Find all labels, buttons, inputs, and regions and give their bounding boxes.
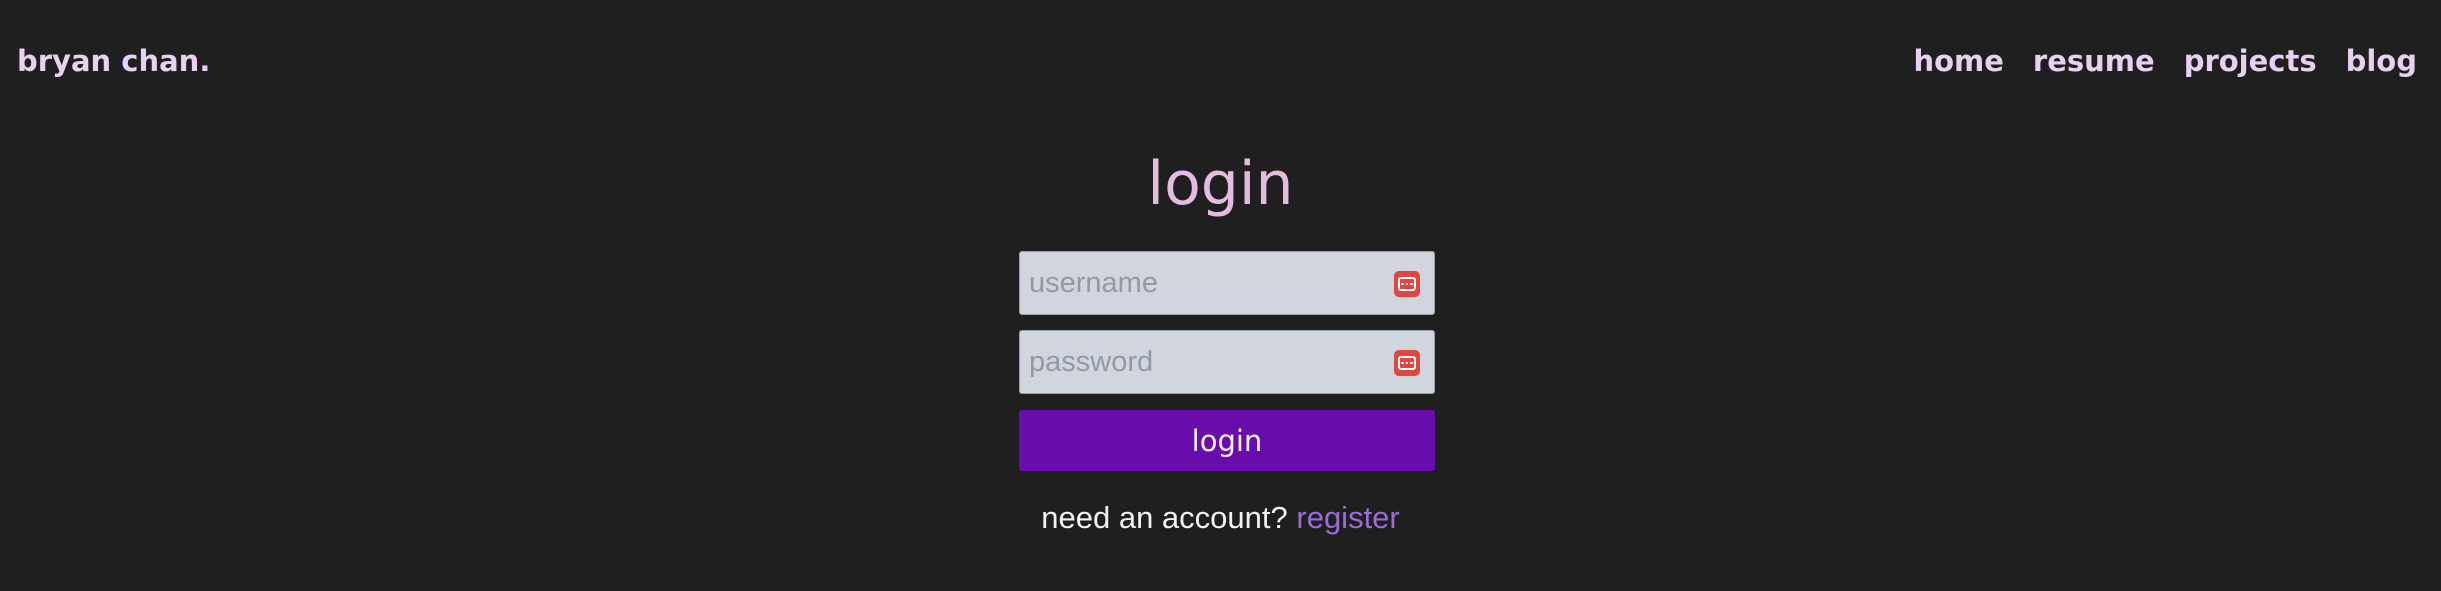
password-input[interactable] bbox=[1020, 331, 1434, 393]
password-field bbox=[1019, 330, 1435, 394]
nav-home[interactable]: home bbox=[1913, 44, 2003, 78]
password-manager-icon-glyph bbox=[1398, 277, 1416, 291]
nav-resume[interactable]: resume bbox=[2033, 44, 2155, 78]
nav-projects[interactable]: projects bbox=[2184, 44, 2317, 78]
site-brand[interactable]: bryan chan. bbox=[17, 44, 210, 78]
username-input[interactable] bbox=[1020, 252, 1434, 314]
page-title: login bbox=[1147, 149, 1294, 219]
login-button[interactable]: login bbox=[1019, 410, 1435, 471]
nav-blog[interactable]: blog bbox=[2346, 44, 2417, 78]
username-field bbox=[1019, 251, 1435, 315]
main-nav: home resume projects blog bbox=[1913, 44, 2417, 78]
password-manager-icon-glyph bbox=[1398, 356, 1416, 370]
register-prompt: need an account? register bbox=[0, 500, 2441, 536]
register-prompt-text: need an account? bbox=[1041, 500, 1288, 535]
password-manager-icon[interactable] bbox=[1394, 350, 1420, 376]
register-link[interactable]: register bbox=[1296, 500, 1399, 535]
password-manager-icon[interactable] bbox=[1394, 271, 1420, 297]
